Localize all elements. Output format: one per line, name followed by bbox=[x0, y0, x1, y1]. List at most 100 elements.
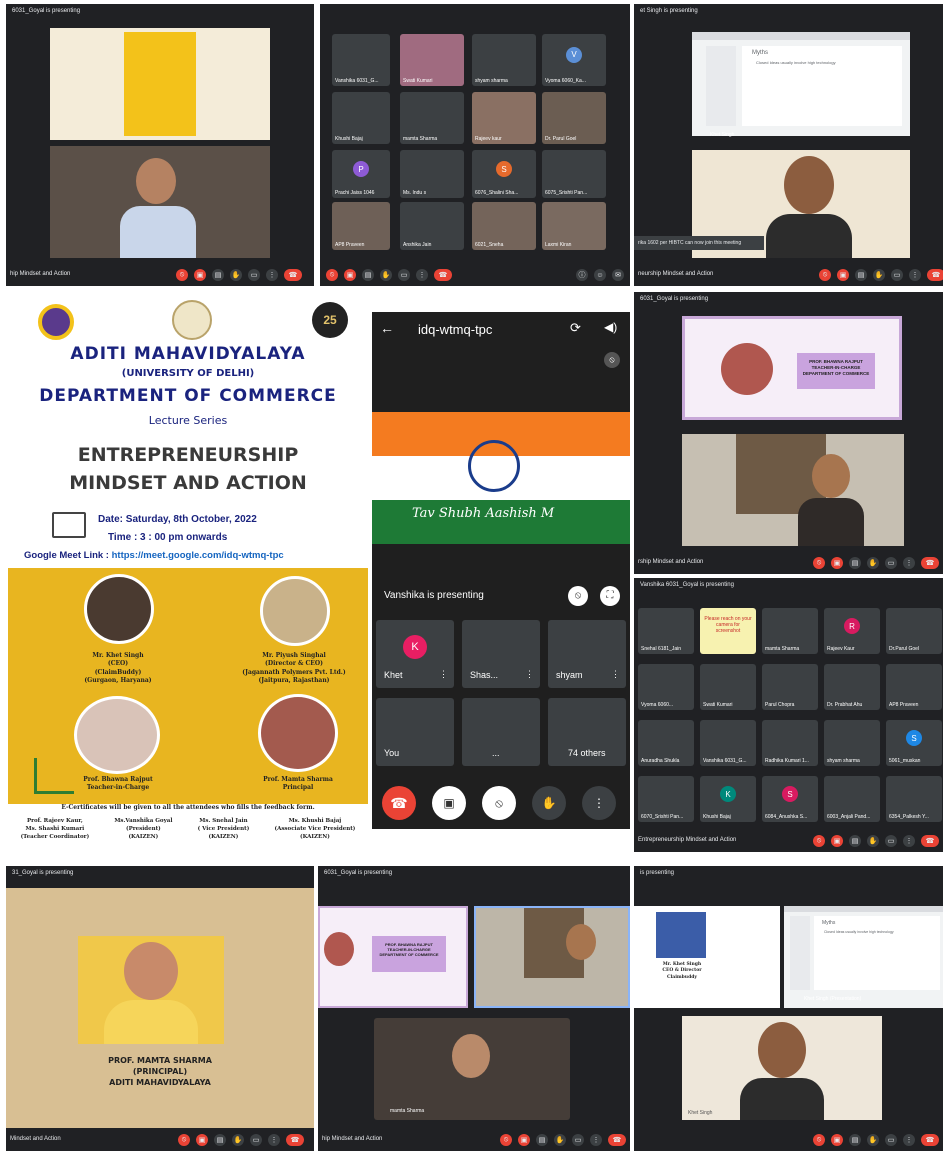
leave-call-button[interactable]: ☎ bbox=[286, 1134, 304, 1146]
captions-button[interactable]: ▤ bbox=[362, 269, 374, 281]
captions-button[interactable]: ▤ bbox=[849, 835, 861, 847]
raise-hand-button[interactable]: ✋ bbox=[873, 269, 885, 281]
participant-tile[interactable]: 6070_Srishti Pan... bbox=[638, 776, 694, 822]
camera-off-button[interactable]: ▣ bbox=[831, 835, 843, 847]
participant-tile[interactable]: Shas... ⋮ bbox=[462, 620, 540, 688]
captions-button[interactable]: ▤ bbox=[214, 1134, 226, 1146]
camera-off-button[interactable]: ▣ bbox=[194, 269, 206, 281]
camera-off-button[interactable]: ▣ bbox=[837, 269, 849, 281]
participant-tile[interactable]: Vanshika 6031_G... bbox=[332, 34, 390, 86]
participant-tile[interactable]: S 6076_Shalini Sha... bbox=[472, 150, 536, 198]
end-call-button[interactable]: ☎ bbox=[382, 786, 416, 820]
captions-button[interactable]: ▤ bbox=[855, 269, 867, 281]
people-icon[interactable]: ☺ bbox=[594, 269, 606, 281]
present-button[interactable]: ▭ bbox=[250, 1134, 262, 1146]
participant-tile[interactable]: ... bbox=[462, 698, 540, 766]
camera-off-button[interactable]: ▣ bbox=[831, 557, 843, 569]
participant-tile[interactable]: mamta Sharma bbox=[374, 1018, 570, 1120]
back-arrow-icon[interactable]: ← bbox=[380, 320, 394, 336]
mic-off-button[interactable]: ⦸ bbox=[819, 269, 831, 281]
participant-tile[interactable]: V Vyoma 6060_Ka... bbox=[542, 34, 606, 86]
raise-hand-button[interactable]: ✋ bbox=[232, 1134, 244, 1146]
participant-tile[interactable]: You bbox=[376, 698, 454, 766]
participant-tile[interactable]: shyam sharma bbox=[472, 34, 536, 86]
more-options-button[interactable]: ⋮ bbox=[416, 269, 428, 281]
mic-off-button[interactable]: ⦸ bbox=[326, 269, 338, 281]
camera-off-button[interactable]: ▣ bbox=[432, 786, 466, 820]
participant-tile[interactable]: Dr.Parul Goel bbox=[886, 608, 942, 654]
participant-tile[interactable]: mamta Sharma bbox=[400, 92, 464, 144]
raise-hand-button[interactable]: ✋ bbox=[532, 786, 566, 820]
speaker-icon[interactable]: ◀) bbox=[604, 320, 617, 334]
mic-off-button[interactable]: ⦸ bbox=[482, 786, 516, 820]
participant-tile[interactable]: shyam sharma bbox=[824, 720, 880, 766]
participant-tile[interactable]: Radhika Kumari 1... bbox=[762, 720, 818, 766]
more-options-button[interactable]: ⋮ bbox=[266, 269, 278, 281]
participant-tile[interactable]: Swati Kumari bbox=[400, 34, 464, 86]
more-options-button[interactable]: ⋮ bbox=[903, 835, 915, 847]
participant-tile[interactable]: R Rajeev Kaur bbox=[824, 608, 880, 654]
present-button[interactable]: ▭ bbox=[885, 1134, 897, 1146]
participant-tile[interactable]: Rajeev kaur bbox=[472, 92, 536, 144]
participant-tile[interactable]: 6003_Anjali Pand... bbox=[824, 776, 880, 822]
participant-tile[interactable]: Snehal 6181_Jain bbox=[638, 608, 694, 654]
leave-call-button[interactable]: ☎ bbox=[284, 269, 302, 281]
switch-camera-icon[interactable]: ⟳ bbox=[570, 320, 581, 336]
participant-tile[interactable]: K Khushi Bajaj bbox=[700, 776, 756, 822]
leave-call-button[interactable]: ☎ bbox=[608, 1134, 626, 1146]
mic-off-icon[interactable]: ⦸ bbox=[568, 586, 588, 606]
fullscreen-icon[interactable]: ⛶ bbox=[600, 586, 620, 606]
mic-off-button[interactable]: ⦸ bbox=[500, 1134, 512, 1146]
leave-call-button[interactable]: ☎ bbox=[921, 835, 939, 847]
present-button[interactable]: ▭ bbox=[248, 269, 260, 281]
participant-tile[interactable]: Khushi Bajaj bbox=[332, 92, 390, 144]
participant-tile[interactable]: shyam ⋮ bbox=[548, 620, 626, 688]
present-button[interactable]: ▭ bbox=[891, 269, 903, 281]
participant-tile[interactable]: 6075_Srishti Pan... bbox=[542, 150, 606, 198]
raise-hand-button[interactable]: ✋ bbox=[380, 269, 392, 281]
participant-tile[interactable]: P Prachi Jaiss 1046 bbox=[332, 150, 390, 198]
camera-off-button[interactable]: ▣ bbox=[344, 269, 356, 281]
captions-button[interactable]: ▤ bbox=[212, 269, 224, 281]
leave-call-button[interactable]: ☎ bbox=[927, 269, 943, 281]
camera-off-button[interactable]: ▣ bbox=[518, 1134, 530, 1146]
captions-button[interactable]: ▤ bbox=[536, 1134, 548, 1146]
participant-tile[interactable]: S 5061_muskan bbox=[886, 720, 942, 766]
participant-tile[interactable]: 6354_Palkesh Y... bbox=[886, 776, 942, 822]
mic-off-button[interactable]: ⦸ bbox=[813, 557, 825, 569]
raise-hand-button[interactable]: ✋ bbox=[230, 269, 242, 281]
leave-call-button[interactable]: ☎ bbox=[921, 1134, 939, 1146]
leave-call-button[interactable]: ☎ bbox=[921, 557, 939, 569]
camera-off-button[interactable]: ▣ bbox=[831, 1134, 843, 1146]
raise-hand-button[interactable]: ✋ bbox=[867, 557, 879, 569]
camera-off-button[interactable]: ▣ bbox=[196, 1134, 208, 1146]
more-options-button[interactable]: ⋮ bbox=[582, 786, 616, 820]
participant-tile[interactable]: Dr. Parul Goel bbox=[542, 92, 606, 144]
mic-off-button[interactable]: ⦸ bbox=[176, 269, 188, 281]
more-options-button[interactable]: ⋮ bbox=[903, 557, 915, 569]
meeting-code[interactable]: idq-wtmq-tpc bbox=[418, 322, 492, 337]
participant-tile[interactable]: Ms. Indu s bbox=[400, 150, 464, 198]
meet-link[interactable]: https://meet.google.com/idq-wtmq-tpc bbox=[112, 550, 284, 561]
more-options-button[interactable]: ⋮ bbox=[268, 1134, 280, 1146]
more-options-button[interactable]: ⋮ bbox=[903, 1134, 915, 1146]
participant-tile[interactable]: Anshika Jain bbox=[400, 202, 464, 250]
others-tile[interactable]: 74 others bbox=[548, 698, 626, 766]
participant-tile[interactable]: K Khet ⋮ bbox=[376, 620, 454, 688]
participant-tile[interactable]: S 6084_Anushka S... bbox=[762, 776, 818, 822]
present-button[interactable]: ▭ bbox=[885, 835, 897, 847]
participant-tile[interactable]: Anuradha Shukla bbox=[638, 720, 694, 766]
chat-icon[interactable]: ✉ bbox=[612, 269, 624, 281]
raise-hand-button[interactable]: ✋ bbox=[867, 835, 879, 847]
participant-tile[interactable]: Parul Chopra bbox=[762, 664, 818, 710]
participant-tile[interactable]: Dr. Prabhat Ahu bbox=[824, 664, 880, 710]
captions-button[interactable]: ▤ bbox=[849, 1134, 861, 1146]
participant-tile[interactable]: 6021_Sneha bbox=[472, 202, 536, 250]
participant-tile[interactable]: Vyoma 6060... bbox=[638, 664, 694, 710]
present-button[interactable]: ▭ bbox=[885, 557, 897, 569]
leave-call-button[interactable]: ☎ bbox=[434, 269, 452, 281]
participant-tile[interactable]: Vanshika 6031_G... bbox=[700, 720, 756, 766]
participant-tile[interactable]: AP8 Praveen bbox=[332, 202, 390, 250]
message-tile[interactable]: Please reach on your camera for screensh… bbox=[700, 608, 756, 654]
participant-tile[interactable]: AP8 Praveen bbox=[886, 664, 942, 710]
